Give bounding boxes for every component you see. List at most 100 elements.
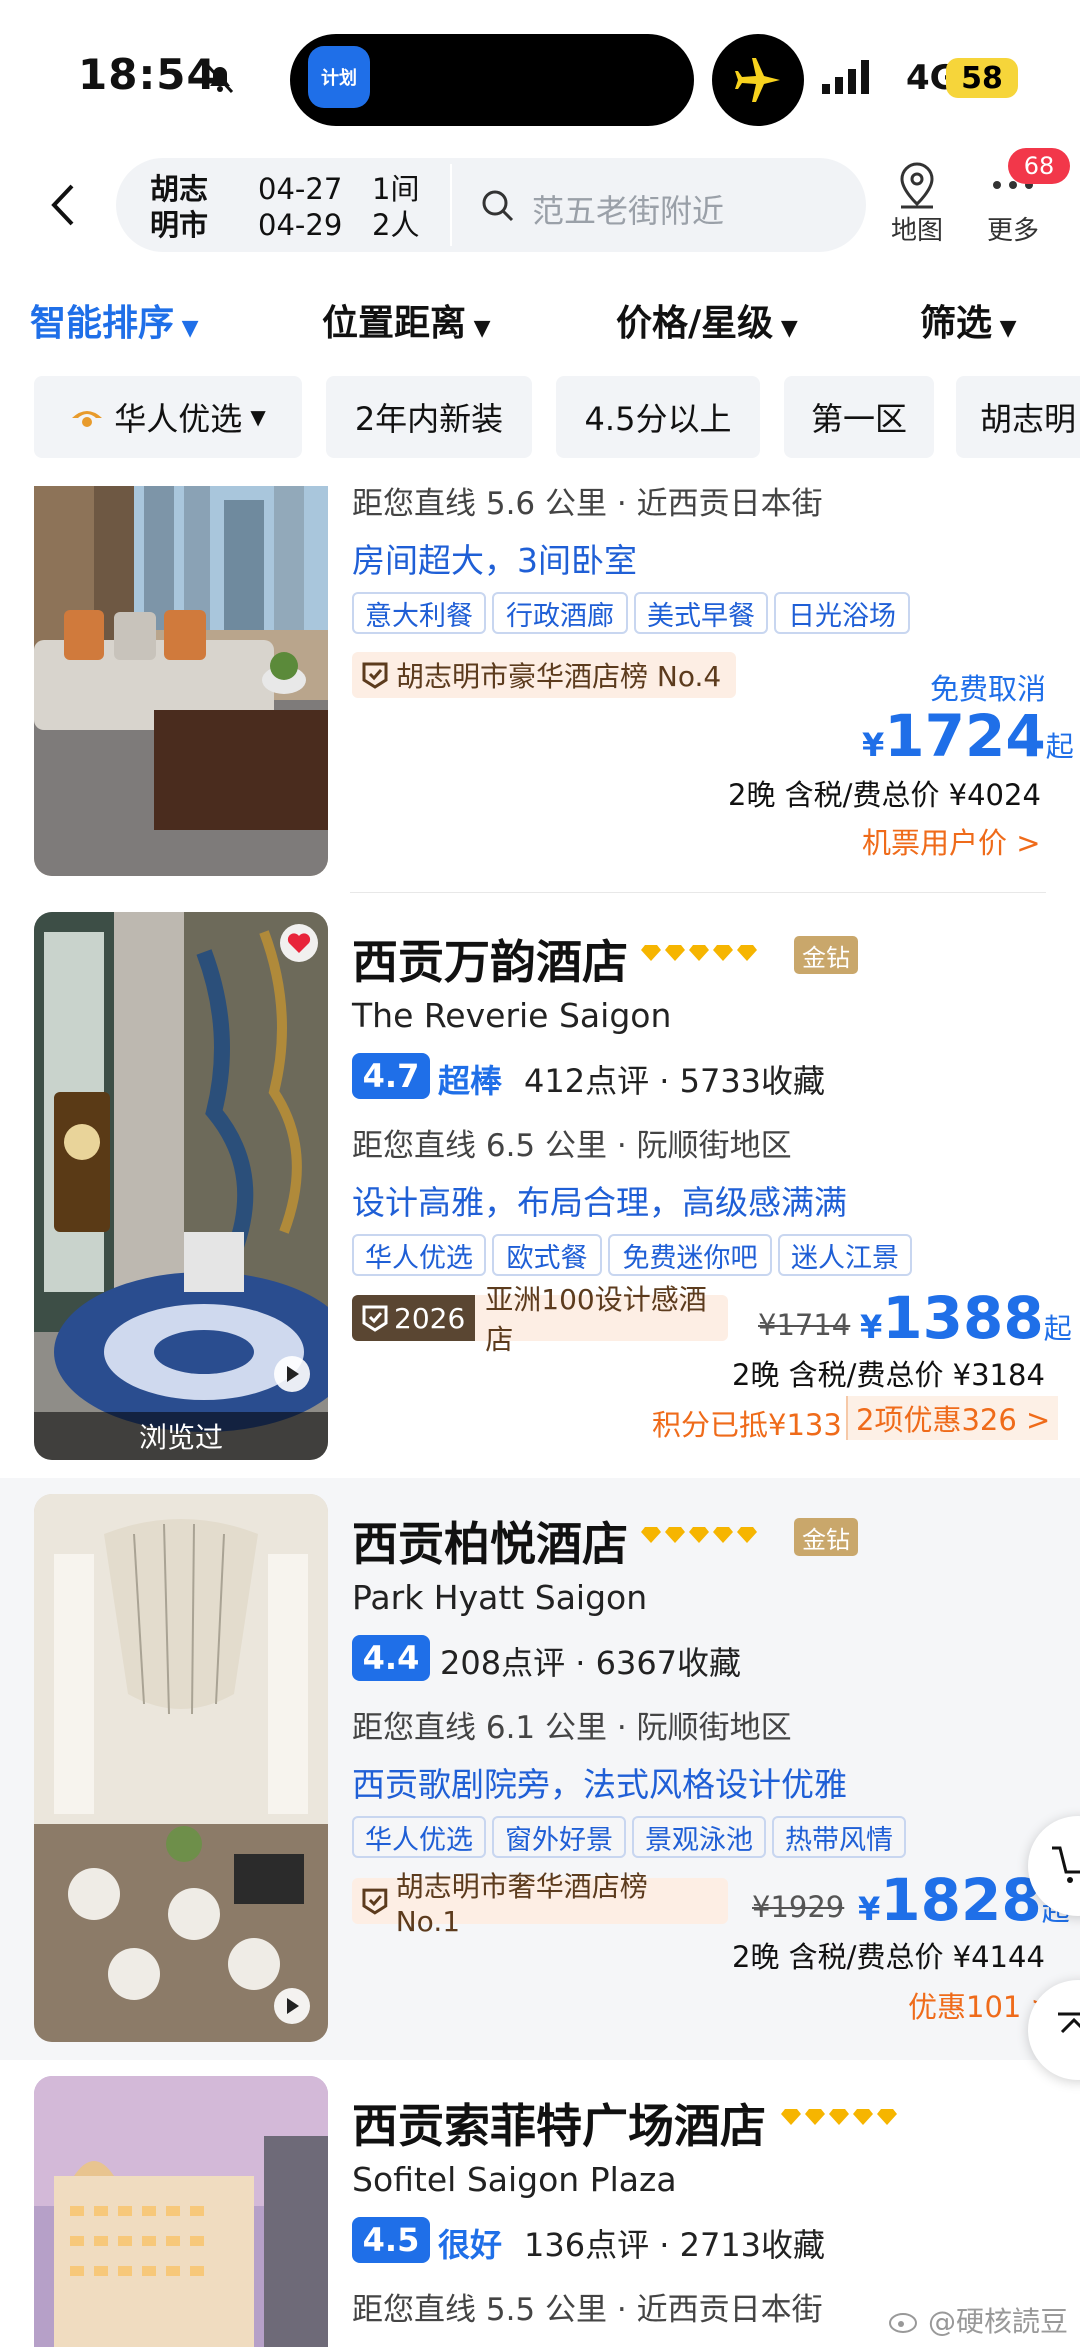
battery-indicator: 58 xyxy=(946,58,1018,98)
back-arrow-icon[interactable] xyxy=(44,180,84,230)
sort-distance[interactable]: 位置距离 ▼ xyxy=(322,294,491,346)
star-diamond-icon xyxy=(689,1527,709,1543)
favorite-heart-icon[interactable] xyxy=(280,924,318,962)
ranking-icon xyxy=(362,1305,388,1332)
hotel-tag: 意大利餐 xyxy=(352,592,486,634)
sort-filter[interactable]: 筛选 ▼ xyxy=(920,294,1017,346)
star-diamond-icon xyxy=(805,2109,825,2125)
promo-link[interactable]: 机票用户价 > xyxy=(862,820,1041,862)
total-price: 2晚 含税/费总价 ¥4144 xyxy=(732,1940,1045,1974)
chip-chinese-preferred[interactable]: 华人优选 ▼ xyxy=(34,376,302,458)
guest-count: 2人 xyxy=(372,208,420,242)
price-currency: ¥ xyxy=(862,726,885,764)
ranking-badge[interactable]: 胡志明市奢华酒店榜 No.1 xyxy=(352,1870,728,1938)
promo-link[interactable]: 2项优惠326 > xyxy=(846,1396,1059,1440)
hotel-photo-parkhyatt[interactable] xyxy=(34,1494,328,2042)
hotel-tag: 华人优选 xyxy=(352,1234,486,1276)
rating-word: 很好 xyxy=(438,2226,503,2264)
review-stats[interactable]: 412点评 · 5733收藏 xyxy=(524,1056,825,1102)
more-label: 更多 xyxy=(986,216,1039,246)
date-selector[interactable]: 04-27 04-29 xyxy=(258,171,342,243)
hotel-distance: 距您直线 6.5 公里 · 阮顺街地区 xyxy=(352,1128,792,1164)
star-diamond-icon xyxy=(737,1527,757,1543)
star-diamond-icon xyxy=(713,945,733,961)
hotel-tag: 热带风情 xyxy=(772,1816,906,1858)
hotel-photo-livingroom[interactable] xyxy=(34,486,328,876)
caret-down-icon: ▼ xyxy=(773,316,798,341)
hotel-list: 距您直线 5.6 公里 · 近西贡日本街 房间超大，3间卧室 意大利餐 行政酒廊… xyxy=(0,486,1080,2347)
star-diamond-icon xyxy=(689,945,709,961)
hotel-name[interactable]: 西贡索菲特广场酒店 xyxy=(352,2090,766,2156)
watermark: @硬核読豆 xyxy=(888,2300,1068,2340)
sort-smart-label: 智能排序 xyxy=(30,303,175,344)
sort-filter-label: 筛选 xyxy=(920,303,993,344)
checkout-date: 04-29 xyxy=(258,208,343,242)
ranking-year-block: 2026 xyxy=(352,1295,476,1341)
chip-rating-45[interactable]: 4.5分以上 xyxy=(556,376,760,458)
ranking-text: 亚洲100设计感酒店 xyxy=(485,1283,707,1356)
search-input[interactable]: 范五老街附近 xyxy=(532,186,724,232)
island-app-icon[interactable]: 计划 xyxy=(308,46,370,108)
chip-label: 第一区 xyxy=(810,400,907,438)
star-diamond-icon xyxy=(713,1527,733,1543)
map-button[interactable]: 地图 xyxy=(884,160,950,250)
hotel-tag: 欧式餐 xyxy=(492,1234,602,1276)
hotel-slogan: 西贡歌剧院旁，法式风格设计优雅 xyxy=(352,1765,847,1804)
chip-new-renovation[interactable]: 2年内新装 xyxy=(326,376,532,458)
star-rating xyxy=(640,1526,758,1544)
notification-badge: 68 xyxy=(1008,148,1070,184)
checkin-date: 04-27 xyxy=(258,172,343,206)
hotel-tag: 景观泳池 xyxy=(632,1816,766,1858)
price-value: 1388 xyxy=(882,1284,1044,1352)
sort-price-star-label: 价格/星级 xyxy=(616,303,774,344)
caret-down-icon: ▼ xyxy=(992,316,1017,341)
chip-hcmc[interactable]: 胡志明 xyxy=(956,376,1080,458)
chinese-preferred-icon xyxy=(72,411,103,427)
hotel-photo-sofitel[interactable] xyxy=(34,2076,328,2347)
star-diamond-icon xyxy=(853,2109,873,2125)
room-count: 1间 xyxy=(372,172,420,206)
sort-price-star[interactable]: 价格/星级 ▼ xyxy=(616,294,798,346)
star-diamond-icon xyxy=(877,2109,897,2125)
location-pin-icon xyxy=(884,160,950,210)
total-price: 2晚 含税/费总价 ¥3184 xyxy=(732,1358,1045,1392)
ranking-year: 2026 xyxy=(394,1301,466,1335)
chip-label: 华人优选 xyxy=(114,400,243,438)
pill-divider xyxy=(450,164,452,246)
price-block[interactable]: ¥1724起 xyxy=(862,702,1074,770)
search-icon xyxy=(478,186,518,226)
total-price: 2晚 含税/费总价 ¥4024 xyxy=(728,778,1041,812)
hotel-tag: 日光浴场 xyxy=(774,592,910,634)
price-suffix: 起 xyxy=(1045,730,1074,763)
arrow-up-icon xyxy=(1058,2012,1080,2034)
rating-score: 4.7 xyxy=(352,1053,430,1099)
star-rating xyxy=(640,944,758,962)
video-play-icon[interactable] xyxy=(274,1356,310,1392)
city-selector[interactable]: 胡志明市 xyxy=(150,171,220,243)
promo-text: 2项优惠326 > xyxy=(856,1403,1051,1437)
ranking-icon xyxy=(362,662,388,689)
airplane-icon[interactable] xyxy=(712,34,804,126)
map-label: 地图 xyxy=(890,216,943,246)
hotel-name-en: Sofitel Saigon Plaza xyxy=(352,2160,677,2199)
chip-label: 胡志明 xyxy=(980,400,1077,438)
sort-smart[interactable]: 智能排序 ▼ xyxy=(30,294,199,346)
hotel-slogan: 设计高雅，布局合理，高级感满满 xyxy=(352,1183,847,1222)
ranking-badge[interactable]: 2026 亚洲100设计感酒店 xyxy=(352,1283,728,1356)
price-currency: ¥ xyxy=(860,1308,883,1346)
gold-diamond-badge: 金钻 xyxy=(794,936,858,974)
room-guest-selector[interactable]: 1间 2人 xyxy=(372,171,419,243)
chip-district-1[interactable]: 第一区 xyxy=(784,376,934,458)
gold-diamond-badge: 金钻 xyxy=(794,1518,858,1556)
caret-down-icon: ▼ xyxy=(174,316,199,341)
video-play-icon[interactable] xyxy=(274,1988,310,2024)
ranking-badge[interactable]: 胡志明市豪华酒店榜 No.4 xyxy=(352,652,736,698)
price-block[interactable]: ¥1388起 xyxy=(860,1284,1072,1352)
star-rating xyxy=(780,2108,898,2126)
hotel-tag: 免费迷你吧 xyxy=(608,1234,772,1276)
rating-word: 超棒 xyxy=(438,1062,503,1100)
review-stats[interactable]: 136点评 · 2713收藏 xyxy=(524,2220,825,2266)
hotel-name[interactable]: 西贡万韵酒店 xyxy=(352,926,628,992)
hotel-name[interactable]: 西贡柏悦酒店 xyxy=(352,1508,628,1574)
review-stats[interactable]: 208点评 · 6367收藏 xyxy=(440,1638,741,1684)
